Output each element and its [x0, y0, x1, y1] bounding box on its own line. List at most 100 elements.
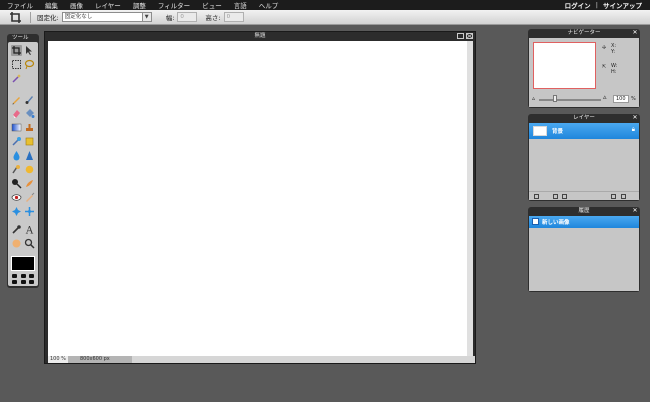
signup-link[interactable]: サインアップ — [603, 0, 642, 10]
navigator-thumbnail[interactable] — [533, 42, 596, 89]
delete-layer-icon[interactable] — [621, 194, 626, 199]
close-icon[interactable]: ✕ — [632, 115, 638, 121]
hand-tool-icon[interactable] — [11, 238, 22, 249]
color-replace-icon[interactable] — [11, 136, 22, 147]
spot-heal-tool-icon[interactable] — [24, 192, 35, 203]
stamp-tool-icon[interactable] — [24, 122, 35, 133]
zoom-slider-handle[interactable] — [553, 95, 557, 102]
options-divider — [30, 11, 31, 23]
zoom-in-icon[interactable]: ▵ — [603, 94, 607, 101]
selection-size-icon: ⇱ — [602, 64, 607, 70]
menu-help[interactable]: ヘルプ — [253, 0, 285, 10]
menu-edit[interactable]: 編集 — [39, 0, 64, 10]
history-item-label: 新しい画像 — [542, 220, 570, 226]
close-icon[interactable] — [466, 33, 473, 39]
swatch-dot-6[interactable] — [29, 280, 34, 284]
fixed-ratio-select[interactable]: 固定化なし ▼ — [61, 12, 152, 22]
new-layer-icon[interactable] — [611, 194, 616, 199]
draw-tool-icon[interactable] — [24, 136, 35, 147]
h-label: H: — [611, 69, 617, 75]
image-canvas[interactable] — [48, 41, 469, 356]
menu-view[interactable]: ビュー — [196, 0, 228, 10]
zoom-slider-track[interactable] — [539, 99, 601, 101]
layer-style-icon[interactable] — [534, 194, 539, 199]
fixed-ratio-value: 固定化なし — [64, 14, 93, 20]
history-row[interactable]: 新しい画像 — [529, 216, 639, 228]
layer-mask-icon[interactable] — [553, 194, 558, 199]
sharpen-tool-icon[interactable] — [24, 150, 35, 161]
magic-wand-icon[interactable] — [11, 73, 22, 84]
tools-panel: ツール A — [7, 34, 39, 288]
height-label: 高さ: — [205, 14, 221, 22]
eyedropper-tool-icon[interactable] — [11, 224, 22, 235]
zoom-out-icon[interactable]: ▵ — [532, 96, 535, 102]
menu-file[interactable]: ファイル — [0, 0, 39, 10]
zoom-tool-icon[interactable] — [24, 238, 35, 249]
document-icon — [532, 218, 539, 225]
lock-icon[interactable]: 🔒︎ — [632, 126, 635, 134]
document-status-bar: 100 % 800x600 px — [48, 356, 475, 363]
swatch-dot-4[interactable] — [12, 280, 17, 284]
history-body: 新しい画像 — [529, 216, 639, 291]
pencil-tool-icon[interactable] — [11, 94, 22, 105]
document-title-bar: 無題 — [45, 32, 475, 40]
move-tool-icon[interactable] — [24, 45, 35, 56]
zoom-input[interactable]: 100 — [613, 95, 629, 103]
smudge-tool-icon[interactable] — [11, 164, 22, 175]
zoom-unit: % — [631, 96, 636, 102]
width-label: 幅: — [165, 14, 175, 22]
foreground-color-swatch[interactable] — [11, 256, 35, 271]
document-window: 無題 100 % 800x600 px — [44, 31, 476, 364]
history-panel: 履歴 ✕ 新しい画像 — [528, 207, 640, 292]
options-bar: 固定化: 固定化なし ▼ 幅: 0 高さ: 0 — [0, 10, 650, 25]
tools-title: ツール — [12, 35, 29, 41]
menu-layer[interactable]: レイヤー — [89, 0, 127, 10]
crop-tool-icon[interactable] — [11, 45, 22, 56]
login-link[interactable]: ログイン — [565, 0, 591, 10]
width-input[interactable]: 0 — [177, 12, 198, 22]
gradient-tool-icon[interactable] — [11, 122, 22, 133]
brush-tool-icon[interactable] — [24, 94, 35, 105]
svg-text:A: A — [25, 226, 34, 236]
type-tool-icon[interactable]: A — [24, 224, 35, 236]
marquee-tool-icon[interactable] — [11, 59, 22, 70]
swatch-dot-1[interactable] — [12, 274, 17, 278]
bloat-tool-icon[interactable] — [11, 206, 22, 217]
height-input[interactable]: 0 — [223, 12, 244, 22]
image-size: 800x600 px — [68, 356, 132, 363]
y-label: Y: — [611, 49, 616, 55]
menu-language[interactable]: 言語 — [228, 0, 253, 10]
menu-image[interactable]: 画像 — [64, 0, 89, 10]
layer-settings-icon[interactable] — [562, 194, 567, 199]
minimize-icon[interactable] — [457, 33, 464, 39]
navigator-panel: ナビゲーター ✕ ✢ X: Y: ⇱ W: H: ▵ ▵ 100 % — [528, 29, 640, 108]
pinch-tool-icon[interactable] — [24, 206, 35, 217]
vertical-scrollbar[interactable] — [467, 41, 473, 356]
bucket-tool-icon[interactable] — [24, 108, 35, 119]
fixed-label: 固定化: — [37, 14, 59, 22]
layers-panel: レイヤー ✕ 背景 🔒︎ — [528, 114, 640, 201]
lasso-tool-icon[interactable] — [24, 59, 35, 70]
navigator-body: ✢ X: Y: ⇱ W: H: ▵ ▵ 100 % — [529, 38, 639, 107]
layer-row[interactable]: 背景 🔒︎ — [529, 123, 639, 139]
crop-icon — [9, 11, 22, 24]
menu-adjust[interactable]: 調整 — [127, 0, 152, 10]
sponge-tool-icon[interactable] — [24, 164, 35, 175]
close-icon[interactable]: ✕ — [632, 208, 638, 214]
red-eye-tool-icon[interactable] — [11, 192, 22, 203]
burn-tool-icon[interactable] — [24, 178, 35, 189]
menu-filter[interactable]: フィルター — [152, 0, 196, 10]
blur-tool-icon[interactable] — [11, 150, 22, 161]
eraser-tool-icon[interactable] — [11, 108, 22, 119]
tools-body: A — [8, 42, 38, 286]
swatch-dot-3[interactable] — [29, 274, 34, 278]
zoom-level[interactable]: 100 % — [48, 356, 68, 363]
menu-bar: ファイル 編集 画像 レイヤー 調整 フィルター ビュー 言語 ヘルプ ログイン… — [0, 0, 650, 10]
layer-name: 背景 — [552, 129, 564, 135]
chevron-down-icon[interactable]: ▼ — [141, 13, 151, 21]
account-separator: | — [595, 1, 598, 9]
swatch-dot-2[interactable] — [20, 274, 26, 278]
swatch-dot-5[interactable] — [20, 280, 26, 284]
dodge-tool-icon[interactable] — [11, 178, 22, 189]
close-icon[interactable]: ✕ — [632, 30, 638, 36]
